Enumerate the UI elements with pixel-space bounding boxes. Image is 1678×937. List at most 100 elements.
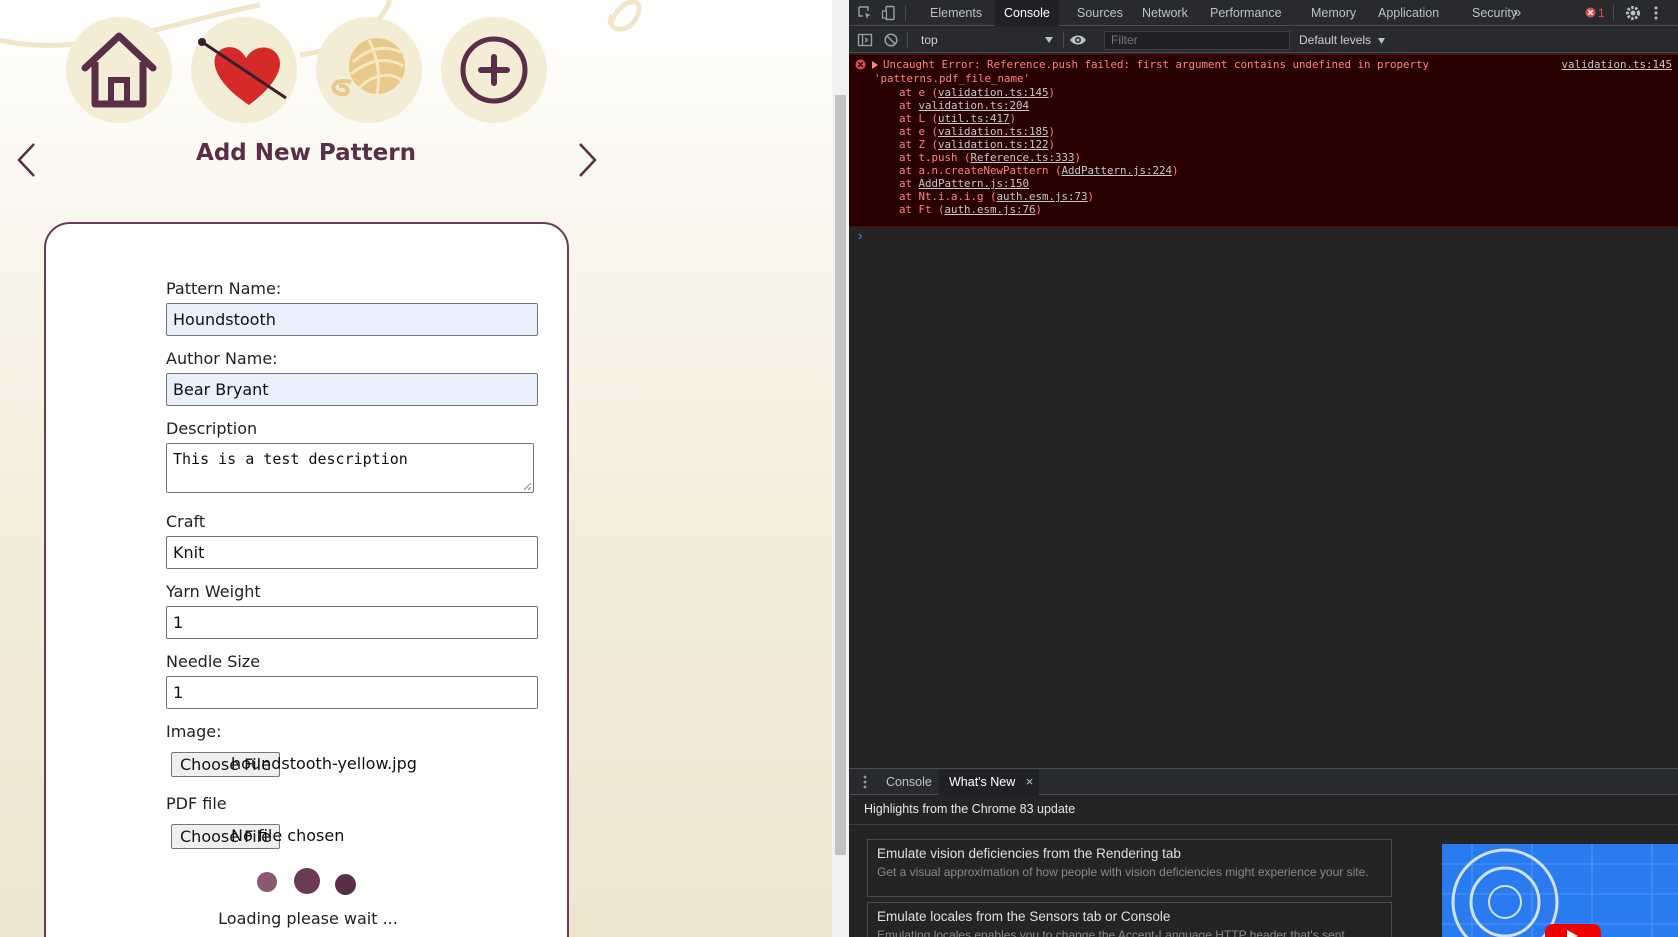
pattern-name-label: Pattern Name: <box>166 279 282 298</box>
needle-size-input[interactable]: 1 <box>166 676 538 709</box>
stack-frame-text: at e ( <box>899 86 939 99</box>
whats-new-card[interactable]: Emulate locales from the Sensors tab or … <box>867 902 1392 937</box>
craft-input[interactable]: Knit <box>166 536 538 569</box>
dropdown-arrow-icon <box>1378 38 1386 44</box>
stack-frame-link[interactable]: validation.ts:204 <box>919 99 1030 112</box>
nav-home-button[interactable] <box>66 17 172 123</box>
context-selector[interactable]: top <box>917 31 1057 49</box>
stack-frame-text: at L ( <box>899 112 939 125</box>
stack-frame-suffix: ) <box>1009 112 1017 125</box>
whats-new-card[interactable]: Emulate vision deficiencies from the Ren… <box>867 839 1392 897</box>
stack-trace-line: at a.n.createNewPattern (AddPattern.js:2… <box>899 164 1179 178</box>
loading-dot <box>257 872 277 892</box>
tab-memory[interactable]: Memory <box>1302 0 1365 26</box>
yarn-weight-input[interactable]: 1 <box>166 606 538 639</box>
stack-frame-text: at <box>899 177 919 190</box>
error-source-link[interactable]: validation.ts:145 <box>1561 58 1672 72</box>
context-value: top <box>921 33 938 47</box>
stack-frame-link[interactable]: Reference.ts:333 <box>971 151 1075 164</box>
description-textarea[interactable]: This is a test description <box>166 443 534 493</box>
tab-sources[interactable]: Sources <box>1068 0 1132 26</box>
tab-application[interactable]: Application <box>1369 0 1448 26</box>
stack-frame-text: at Nt.i.a.i.g ( <box>899 190 997 203</box>
settings-gear-icon[interactable] <box>1624 4 1642 22</box>
whats-new-video-thumbnail[interactable] <box>1442 844 1678 937</box>
stack-frame-text: at <box>899 99 919 112</box>
stack-frame-suffix: ) <box>1035 203 1043 216</box>
nav-add-button[interactable] <box>441 17 547 123</box>
more-tabs-button[interactable]: » <box>1504 0 1530 26</box>
needle-size-label: Needle Size <box>166 652 261 671</box>
pattern-name-input[interactable]: Houndstooth <box>166 303 538 336</box>
house-icon <box>81 32 157 108</box>
page-scrollbar[interactable] <box>832 0 849 937</box>
drawer-menu-icon[interactable] <box>863 775 867 789</box>
chrome-update-illustration <box>1442 844 1678 937</box>
dropdown-arrow-icon <box>1045 37 1053 43</box>
page-title: Add New Pattern <box>196 140 416 166</box>
stack-frame-suffix: ) <box>1087 190 1095 203</box>
craft-label: Craft <box>166 512 206 531</box>
more-options-icon[interactable] <box>1653 5 1659 21</box>
author-name-input[interactable]: Bear Bryant <box>166 373 538 406</box>
stack-frame-text: at e ( <box>899 125 939 138</box>
description-text: This is a test description <box>173 450 408 468</box>
stack-frame-link[interactable]: AddPattern.js:224 <box>1062 164 1173 177</box>
stack-frame-link[interactable]: auth.esm.js:73 <box>997 190 1088 203</box>
drawer-tab-whats-new[interactable]: What's New × <box>939 769 1040 795</box>
toolbar-divider <box>1613 5 1614 21</box>
device-toolbar-icon[interactable] <box>881 5 897 21</box>
tab-console[interactable]: Console <box>995 0 1059 26</box>
stack-frame-link[interactable]: validation.ts:185 <box>938 125 1049 138</box>
stack-frame-link[interactable]: AddPattern.js:150 <box>919 177 1030 190</box>
drawer-tab-console[interactable]: Console <box>876 769 942 795</box>
stack-frame-link[interactable]: validation.ts:145 <box>938 86 1049 99</box>
tab-network[interactable]: Network <box>1133 0 1197 26</box>
image-file-name: houndstooth-yellow.jpg <box>231 754 417 773</box>
next-arrow-icon[interactable] <box>574 140 600 180</box>
log-levels-dropdown[interactable]: Default levels <box>1299 31 1386 49</box>
console-prompt[interactable]: › <box>858 228 862 243</box>
devtools-tab-bar: Elements Console Sources Network Perform… <box>849 0 1678 26</box>
error-count-icon[interactable] <box>1585 7 1596 18</box>
toolbar-divider <box>905 5 906 21</box>
loading-dot <box>294 868 320 894</box>
stack-trace-line: at e (validation.ts:185) <box>899 125 1055 139</box>
stack-frame-suffix: ) <box>1074 151 1082 164</box>
stack-trace-line: at t.push (Reference.ts:333) <box>899 151 1081 165</box>
filter-input[interactable]: Filter <box>1104 31 1290 50</box>
nav-favorites-button[interactable] <box>191 17 297 123</box>
nav-yarn-button[interactable] <box>316 17 422 123</box>
error-count[interactable]: 1 <box>1598 0 1605 26</box>
stack-frame-link[interactable]: auth.esm.js:76 <box>945 203 1036 216</box>
inspect-element-icon[interactable] <box>857 5 873 21</box>
error-line-2: 'patterns.pdf_file_name' <box>874 72 1031 85</box>
stack-frame-link[interactable]: util.ts:417 <box>938 112 1010 125</box>
description-label: Description <box>166 419 258 438</box>
sidebar-toggle-icon[interactable] <box>857 32 873 48</box>
card-title: Emulate locales from the Sensors tab or … <box>877 909 1171 924</box>
stack-frame-text: at a.n.createNewPattern ( <box>899 164 1062 177</box>
loading-dot <box>335 874 356 895</box>
tab-performance[interactable]: Performance <box>1201 0 1291 26</box>
page-scrollbar-thumb[interactable] <box>835 95 846 855</box>
stack-frame-text: at Z ( <box>899 138 939 151</box>
stack-trace-line: at Nt.i.a.i.g (auth.esm.js:73) <box>899 190 1094 204</box>
tab-elements[interactable]: Elements <box>921 0 991 26</box>
heart-needle-icon <box>198 38 287 105</box>
console-error-message: Uncaught Error: Reference.push failed: f… <box>849 54 1678 227</box>
close-tab-icon[interactable]: × <box>1026 769 1034 795</box>
error-icon <box>855 59 866 70</box>
yarn-ball-icon <box>331 38 405 97</box>
live-expression-eye-icon[interactable] <box>1069 33 1087 47</box>
previous-arrow-icon[interactable] <box>14 140 40 180</box>
drawer-tab-whats-new-label: What's New <box>949 775 1016 789</box>
pdf-label: PDF file <box>166 794 227 813</box>
stack-frame-link[interactable]: validation.ts:122 <box>938 138 1049 151</box>
clear-console-icon[interactable] <box>883 32 899 48</box>
add-pattern-form: Pattern Name: Houndstooth Author Name: B… <box>44 222 569 937</box>
resize-grip-icon[interactable] <box>523 482 532 491</box>
app-page: Add New Pattern Pattern Name: Houndstoot… <box>0 0 832 937</box>
expand-triangle-icon[interactable] <box>872 61 878 69</box>
stack-trace-line: at L (util.ts:417) <box>899 112 1016 126</box>
